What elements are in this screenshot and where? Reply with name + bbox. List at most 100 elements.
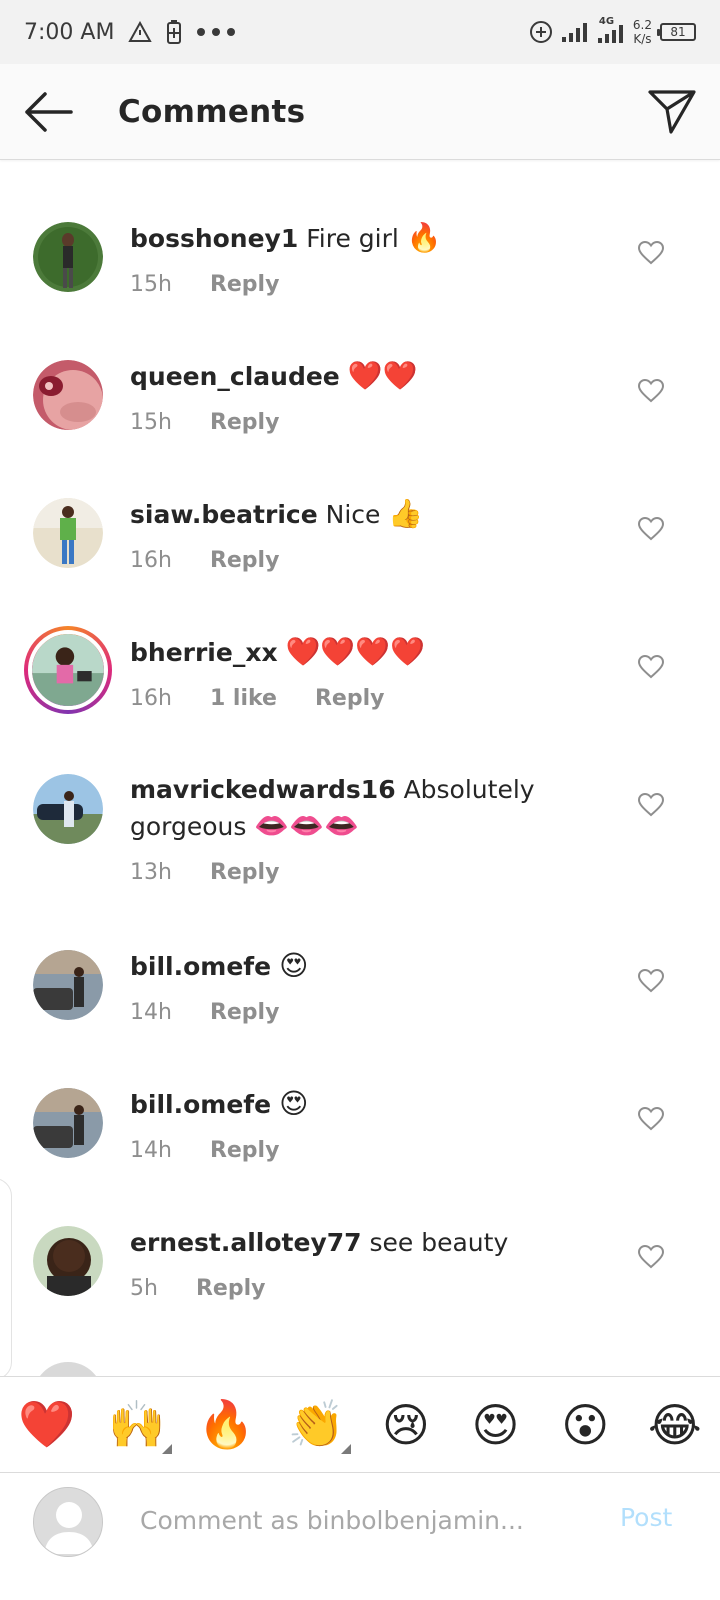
skin-tone-indicator-icon [341, 1443, 352, 1454]
comment-text: see beauty [369, 1228, 509, 1257]
battery-saver-icon [166, 19, 182, 45]
comment-like-count[interactable]: 1 like [210, 686, 277, 711]
like-button[interactable] [636, 238, 666, 268]
like-button[interactable] [636, 790, 666, 820]
reply-button[interactable]: Reply [210, 1138, 280, 1163]
comment-emoji: 👍 [388, 497, 424, 530]
network-speed: 6.2 K/s [633, 18, 652, 46]
signal-icon [561, 21, 589, 43]
comment-username[interactable]: siaw.beatrice [130, 500, 318, 529]
reply-button[interactable]: Reply [210, 548, 280, 573]
emoji-heart-button[interactable]: ❤️ [16, 1394, 78, 1456]
comment-emoji: ❤️❤️ [347, 359, 418, 392]
like-button[interactable] [636, 514, 666, 544]
heart-outline-icon [638, 241, 664, 265]
battery-level: 81 [670, 25, 686, 39]
comment-item: queen_claudee ❤️❤️ 15h Reply [0, 358, 720, 496]
comment-username[interactable]: bill.omefe [130, 952, 271, 981]
avatar-story-ring[interactable] [24, 626, 112, 714]
heart-outline-icon [638, 379, 664, 403]
emoji-raising-hands-button[interactable]: 🙌 [106, 1394, 172, 1456]
like-button[interactable] [636, 1104, 666, 1134]
reply-button[interactable]: Reply [315, 686, 385, 711]
reply-button[interactable]: Reply [210, 272, 280, 297]
comment-username[interactable]: bherrie_xx [130, 638, 278, 667]
comment-time: 16h [130, 548, 172, 573]
battery-icon: 81 [657, 23, 696, 41]
comment-text: Nice [325, 500, 381, 529]
back-arrow-icon [25, 91, 73, 132]
signal-4g-icon: 4G [597, 16, 625, 44]
network-type-label: 4G [598, 16, 615, 27]
network-speed-value: 6.2 [632, 18, 652, 32]
heart-outline-icon [638, 1245, 664, 1269]
comments-header: Comments [0, 64, 720, 160]
comment-list[interactable]: bosshoney1 Fire girl 🔥 15h Reply queen_c… [0, 160, 720, 1400]
comment-time: 16h [130, 686, 172, 711]
avatar[interactable] [33, 950, 103, 1020]
back-button[interactable] [0, 64, 96, 160]
share-button[interactable] [624, 64, 720, 160]
paper-plane-icon [648, 89, 696, 134]
comment-composer: Post [0, 1472, 720, 1600]
side-panel-handle[interactable] [0, 1178, 12, 1380]
warning-triangle-icon [128, 21, 153, 43]
emoji-clap-button[interactable]: 👏 [285, 1394, 352, 1456]
avatar[interactable] [33, 774, 103, 844]
heart-outline-icon [638, 969, 664, 993]
comment-time: 5h [130, 1276, 158, 1301]
comment-username[interactable]: queen_claudee [130, 362, 340, 391]
avatar[interactable] [33, 1226, 103, 1296]
like-button[interactable] [636, 1242, 666, 1272]
avatar[interactable] [33, 498, 103, 568]
like-button[interactable] [636, 652, 666, 682]
skin-tone-indicator-icon [161, 1443, 172, 1454]
heart-outline-icon [638, 517, 664, 541]
comment-time: 14h [130, 1000, 172, 1025]
reply-button[interactable]: Reply [210, 410, 280, 435]
current-user-avatar [33, 1487, 103, 1557]
emoji-heart-eyes-button[interactable]: 😍 [465, 1394, 527, 1456]
comment-emoji: 👄👄👄 [254, 809, 359, 842]
comment-time: 14h [130, 1138, 172, 1163]
avatar[interactable] [33, 360, 103, 430]
like-button[interactable] [636, 376, 666, 406]
comment-username[interactable]: ernest.allotey77 [130, 1228, 362, 1257]
comment-text: Fire girl [306, 224, 399, 253]
avatar[interactable] [33, 222, 103, 292]
comment-time: 15h [130, 272, 172, 297]
status-bar: 7:00 AM 4G 6.2 K/s 81 [0, 0, 720, 64]
reply-button[interactable]: Reply [210, 860, 280, 885]
default-avatar-icon [34, 1488, 102, 1556]
emoji-fire-button[interactable]: 🔥 [195, 1394, 257, 1456]
emoji-quick-bar: ❤️ 🙌 🔥 👏 😢 😍 😮 😂 [0, 1376, 720, 1472]
comment-item: bosshoney1 Fire girl 🔥 15h Reply [0, 220, 720, 358]
avatar[interactable] [33, 1088, 103, 1158]
heart-outline-icon [638, 655, 664, 679]
data-saver-icon [529, 20, 553, 44]
reply-button[interactable]: Reply [196, 1276, 266, 1301]
comment-input[interactable] [140, 1495, 600, 1545]
reply-button[interactable]: Reply [210, 1000, 280, 1025]
heart-outline-icon [638, 793, 664, 817]
comment-emoji: 🔥 [406, 221, 442, 254]
partial-reply-text [210, 160, 270, 166]
comment-username[interactable]: bosshoney1 [130, 224, 298, 253]
post-button[interactable]: Post [620, 1503, 672, 1532]
comment-item: bherrie_xx ❤️❤️❤️❤️ 16h 1 like Reply [0, 626, 720, 772]
emoji-surprised-button[interactable]: 😮 [554, 1394, 616, 1456]
status-time: 7:00 AM [24, 19, 115, 45]
comment-emoji: 😍 [279, 1087, 309, 1120]
comment-username[interactable]: bill.omefe [130, 1090, 271, 1119]
heart-outline-icon [638, 1107, 664, 1131]
comment-time: 13h [130, 860, 172, 885]
comment-emoji: ❤️❤️❤️❤️ [285, 635, 425, 668]
comment-item: bill.omefe 😍 14h Reply [0, 948, 720, 1086]
comment-time: 15h [130, 410, 172, 435]
comment-item: mavrickedwards16 Absolutely gorgeous 👄👄👄… [0, 772, 720, 948]
like-button[interactable] [636, 966, 666, 996]
comment-username[interactable]: mavrickedwards16 [130, 775, 396, 804]
network-speed-unit: K/s [633, 32, 652, 46]
emoji-crying-button[interactable]: 😢 [375, 1394, 437, 1456]
emoji-laughing-button[interactable]: 😂 [644, 1394, 706, 1456]
